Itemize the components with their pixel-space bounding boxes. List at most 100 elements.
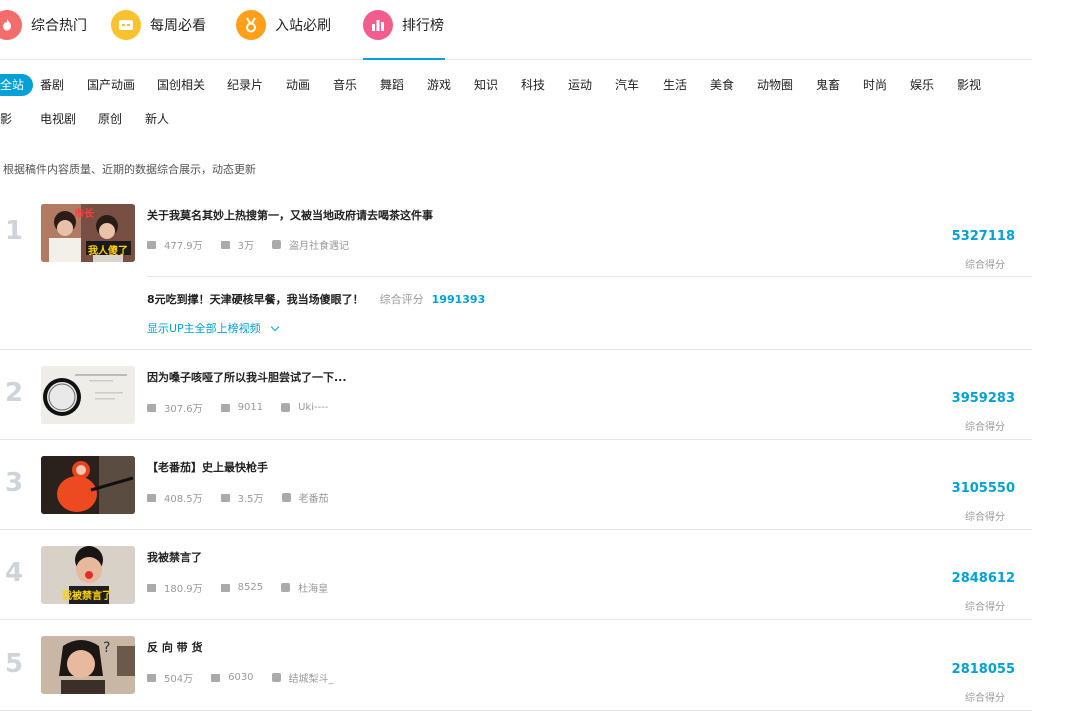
play-count-value: 504万 xyxy=(164,674,194,685)
video-thumbnail[interactable]: ? xyxy=(41,636,135,694)
svg-text:?: ? xyxy=(103,640,110,656)
tab-label: 入站必刷 xyxy=(275,18,331,34)
chevron-down-icon xyxy=(270,322,279,331)
comment-icon xyxy=(220,583,230,592)
category-item[interactable]: 时尚 xyxy=(863,74,887,96)
score-label: 综合得分 xyxy=(965,512,1005,523)
category-row-1: 全站 番剧 国产动画 国创相关 纪录片 动画 音乐 舞蹈 游戏 知识 科技 运动… xyxy=(0,74,1032,96)
thumbnail-caption: 市长 xyxy=(74,209,94,220)
score-label: 综合得分 xyxy=(965,260,1005,271)
related-score-label: 综合评分 xyxy=(379,293,424,306)
video-thumbnail[interactable]: 市长 我人傻了 xyxy=(41,204,135,262)
video-meta: 307.6万 9011 Uki---- xyxy=(147,400,346,415)
video-thumbnail[interactable] xyxy=(41,456,135,514)
category-item[interactable]: 动画 xyxy=(286,74,310,96)
category-item[interactable]: 知识 xyxy=(474,74,498,96)
comment-count-value: 3.5万 xyxy=(237,494,264,505)
video-title[interactable]: 因为嗓子咳哑了所以我斗胆尝试了一下... xyxy=(147,369,347,385)
category-item[interactable]: 纪录片 xyxy=(227,74,263,96)
related-video[interactable]: 8元吃到撑！天津硬核早餐，我当场傻眼了！ 综合评分 1991393 xyxy=(147,291,485,307)
play-count: 408.5万 xyxy=(147,490,203,505)
category-item[interactable]: 汽车 xyxy=(615,74,639,96)
score-label: 综合得分 xyxy=(965,693,1005,704)
category-item[interactable]: 电影 xyxy=(0,108,12,130)
comment-count-value: 6030 xyxy=(228,672,254,683)
uploader-name[interactable]: 盗月社食遇记 xyxy=(289,237,349,252)
video-thumbnail-image: ? xyxy=(41,636,135,694)
category-item[interactable]: 娱乐 xyxy=(910,74,934,96)
uploader-name[interactable]: Uki---- xyxy=(298,402,328,413)
comment-icon xyxy=(220,493,230,502)
category-item[interactable]: 鬼畜 xyxy=(816,74,840,96)
uploader-name[interactable]: 结城梨斗_ xyxy=(289,670,334,685)
rank-item[interactable]: 4 我被禁言了 我被禁言了 180.9万 8525 杜海皇 2848612 综合… xyxy=(0,530,1032,620)
category-item[interactable]: 动物圈 xyxy=(757,74,793,96)
top-nav: 综合热门 每周必看 入站必刷 排行榜 xyxy=(0,0,1032,60)
play-count: 504万 xyxy=(147,670,193,685)
category-item[interactable]: 美食 xyxy=(710,74,734,96)
score-label: 综合得分 xyxy=(965,422,1005,433)
category-item[interactable]: 国产动画 xyxy=(87,74,135,96)
divider xyxy=(147,276,1032,277)
category-item[interactable]: 电视剧 xyxy=(40,108,76,130)
rank-item[interactable]: 2 因为嗓子咳哑了所以我斗胆尝试了一下... 307.6万 9011 Uki--… xyxy=(0,350,1032,440)
video-thumbnail-image xyxy=(41,366,135,424)
category-item[interactable]: 原创 xyxy=(98,108,122,130)
tab-weekly[interactable]: 每周必看 xyxy=(111,8,206,42)
video-title[interactable]: 反 向 带 货 xyxy=(147,639,203,655)
tab-must-watch[interactable]: 入站必刷 xyxy=(236,8,331,42)
play-count-value: 180.9万 xyxy=(164,584,203,595)
ranking-icon xyxy=(363,10,393,40)
uploader-name[interactable]: 杜海皇 xyxy=(298,580,328,595)
show-all-up-videos-link[interactable]: 显示UP主全部上榜视频 xyxy=(147,320,279,336)
video-title[interactable]: 关于我莫名其妙上热搜第一，又被当地政府请去喝茶这件事 xyxy=(147,207,433,223)
category-item[interactable]: 生活 xyxy=(663,74,687,96)
video-thumbnail[interactable] xyxy=(41,366,135,424)
tab-ranking[interactable]: 排行榜 xyxy=(363,8,445,60)
video-thumbnail[interactable]: 我被禁言了 xyxy=(41,546,135,604)
comment-icon xyxy=(220,240,230,249)
user-icon xyxy=(281,403,291,412)
uploader[interactable]: Uki---- xyxy=(281,402,328,413)
video-meta: 408.5万 3.5万 老番茄 xyxy=(147,490,347,505)
category-item[interactable]: 番剧 xyxy=(40,74,64,96)
comment-count: 9011 xyxy=(220,402,263,413)
play-icon xyxy=(147,240,156,249)
comment-count: 3.5万 xyxy=(220,490,264,505)
category-all[interactable]: 全站 xyxy=(0,74,34,96)
rank-item[interactable]: 5 ? 反 向 带 货 504万 6030 结城梨斗_ 2818055 综合得分 xyxy=(0,620,1032,711)
category-item[interactable]: 游戏 xyxy=(427,74,451,96)
uploader[interactable]: 老番茄 xyxy=(281,490,329,505)
score-value: 5327118 xyxy=(951,229,1015,244)
comment-count: 8525 xyxy=(220,582,263,593)
uploader-name[interactable]: 老番茄 xyxy=(299,490,329,505)
video-meta: 504万 6030 结城梨斗_ xyxy=(147,670,352,685)
category-item[interactable]: 运动 xyxy=(568,74,592,96)
play-count-value: 408.5万 xyxy=(164,494,203,505)
category-item[interactable]: 舞蹈 xyxy=(380,74,404,96)
video-title[interactable]: 我被禁言了 xyxy=(147,549,202,565)
category-item[interactable]: 影视 xyxy=(957,74,981,96)
category-item[interactable]: 科技 xyxy=(521,74,545,96)
tab-label: 综合热门 xyxy=(31,18,87,34)
related-video-title[interactable]: 8元吃到撑！天津硬核早餐，我当场傻眼了！ xyxy=(147,291,364,307)
category-item[interactable]: 音乐 xyxy=(333,74,357,96)
uploader[interactable]: 杜海皇 xyxy=(281,580,328,595)
comment-count: 6030 xyxy=(211,672,254,683)
play-icon xyxy=(147,583,156,592)
play-icon xyxy=(147,403,156,412)
rank-number: 2 xyxy=(4,378,24,408)
video-meta: 477.9万 3万 盗月社食遇记 xyxy=(147,237,367,252)
comment-count-value: 3万 xyxy=(237,241,255,252)
rank-item[interactable]: 3 【老番茄】史上最快枪手 408.5万 3.5万 老番茄 3105550 综合… xyxy=(0,440,1032,530)
uploader[interactable]: 结城梨斗_ xyxy=(271,670,334,685)
medal-icon xyxy=(236,10,266,40)
play-count: 307.6万 xyxy=(147,400,203,415)
play-icon xyxy=(147,493,156,502)
video-title[interactable]: 【老番茄】史上最快枪手 xyxy=(147,459,268,475)
uploader[interactable]: 盗月社食遇记 xyxy=(272,237,349,252)
category-item[interactable]: 国创相关 xyxy=(157,74,205,96)
category-item[interactable]: 新人 xyxy=(145,108,169,130)
tab-comprehensive-hot[interactable]: 综合热门 xyxy=(0,8,87,42)
weekly-icon xyxy=(111,10,141,40)
